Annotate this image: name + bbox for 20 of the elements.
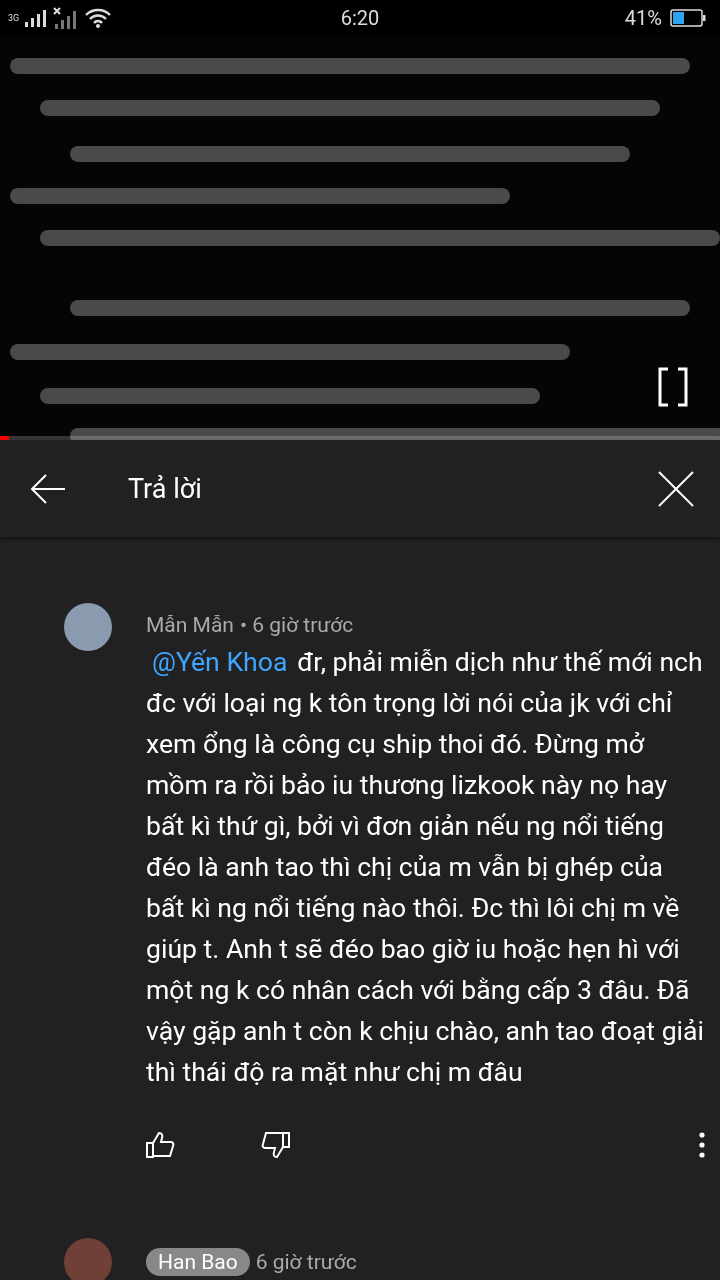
- battery-icon: [670, 9, 706, 27]
- mention-link[interactable]: @Yến Khoa: [152, 646, 288, 677]
- comment-time: 6 giờ trước: [255, 1250, 357, 1274]
- clock: 6:20: [340, 6, 380, 30]
- signal-icon: [25, 9, 48, 27]
- battery-percent: 41%: [624, 6, 662, 30]
- comment-time: • 6 giờ trước: [239, 613, 354, 637]
- comment-text: @Yến Khoa đr, phải miễn dịch như thế mới nch đc với loại ng k tôn trọng lời nói của jk với chỉ xem ổng là công cụ ship thoi đó. Đừng mở mồm ra rồi bảo iu thương lizkook này nọ hay bất kì thứ gì, bởi vì đơn giản nếu ng nổi tiếng đéo là anh tao thì chị của m vẫn bị ghép của bất kì ng nổi tiếng nào thôi. Đc thì lôi chị m về giúp t. Anh t sẽ đéo bao giờ iu hoặc hẹn hì với một ng k có nhân cách với bằng cấp 3 đâu. Đã vậy gặp anh t còn k chịu chào, anh tao đoạt giải thì thái độ ra mặt như chị m đâu: [146, 645, 705, 1089]
- network-type: 3G: [8, 13, 20, 23]
- header-title: Trả lời: [128, 472, 202, 505]
- wifi-icon: [85, 8, 112, 28]
- avatar[interactable]: [64, 603, 112, 651]
- close-button[interactable]: [658, 470, 694, 507]
- like-button[interactable]: [146, 1132, 176, 1158]
- back-button[interactable]: [30, 473, 66, 504]
- comment-author[interactable]: Mẫn Mẫn: [146, 613, 234, 637]
- dislike-button[interactable]: [260, 1132, 290, 1158]
- more-button[interactable]: [698, 1132, 706, 1158]
- fullscreen-icon[interactable]: [658, 367, 688, 407]
- comment-author[interactable]: Han Bao: [146, 1248, 250, 1276]
